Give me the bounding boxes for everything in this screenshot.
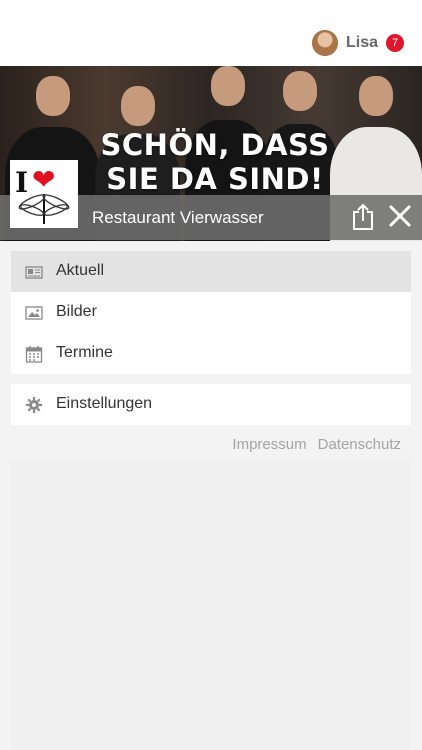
close-icon[interactable] — [388, 204, 412, 228]
share-icon[interactable] — [350, 203, 376, 231]
menu-item-einstellungen[interactable]: Einstellungen — [11, 384, 411, 425]
content-area — [11, 461, 411, 750]
newspaper-icon — [25, 266, 43, 279]
image-icon — [25, 306, 43, 320]
menu-item-label: Bilder — [56, 303, 97, 320]
avatar[interactable] — [311, 30, 338, 56]
impressum-link[interactable]: Impressum — [232, 436, 306, 453]
menu-item-aktuell[interactable]: Aktuell — [11, 251, 411, 292]
menu-item-label: Aktuell — [56, 262, 105, 279]
calendar-icon — [25, 346, 43, 363]
main-menu: Aktuell Bilder Termine — [11, 251, 411, 374]
page-title: Restaurant Vierwasser — [92, 208, 264, 227]
menu-item-bilder[interactable]: Bilder — [11, 292, 411, 333]
settings-menu: Einstellungen — [11, 384, 411, 425]
top-bar: Lisa 7 — [0, 0, 422, 66]
hero-slogan: SCHÖN, DASS SIE DA SIND! — [100, 128, 330, 196]
menu-item-termine[interactable]: Termine — [11, 333, 411, 374]
datenschutz-link[interactable]: Datenschutz — [318, 436, 401, 453]
footer-links: Impressum Datenschutz — [232, 436, 401, 453]
hero-slogan-line1: SCHÖN, DASS — [100, 128, 330, 162]
user-name[interactable]: Lisa — [346, 34, 378, 52]
gear-icon — [26, 397, 42, 413]
hero-slogan-line2: SIE DA SIND! — [106, 162, 324, 196]
menu-item-label: Termine — [56, 344, 113, 361]
notification-badge[interactable]: 7 — [386, 34, 404, 52]
user-profile[interactable]: Lisa 7 — [311, 30, 404, 56]
dragonfly-icon — [18, 194, 70, 224]
restaurant-logo: I ❤ — [10, 160, 78, 228]
menu-item-label: Einstellungen — [56, 395, 153, 412]
